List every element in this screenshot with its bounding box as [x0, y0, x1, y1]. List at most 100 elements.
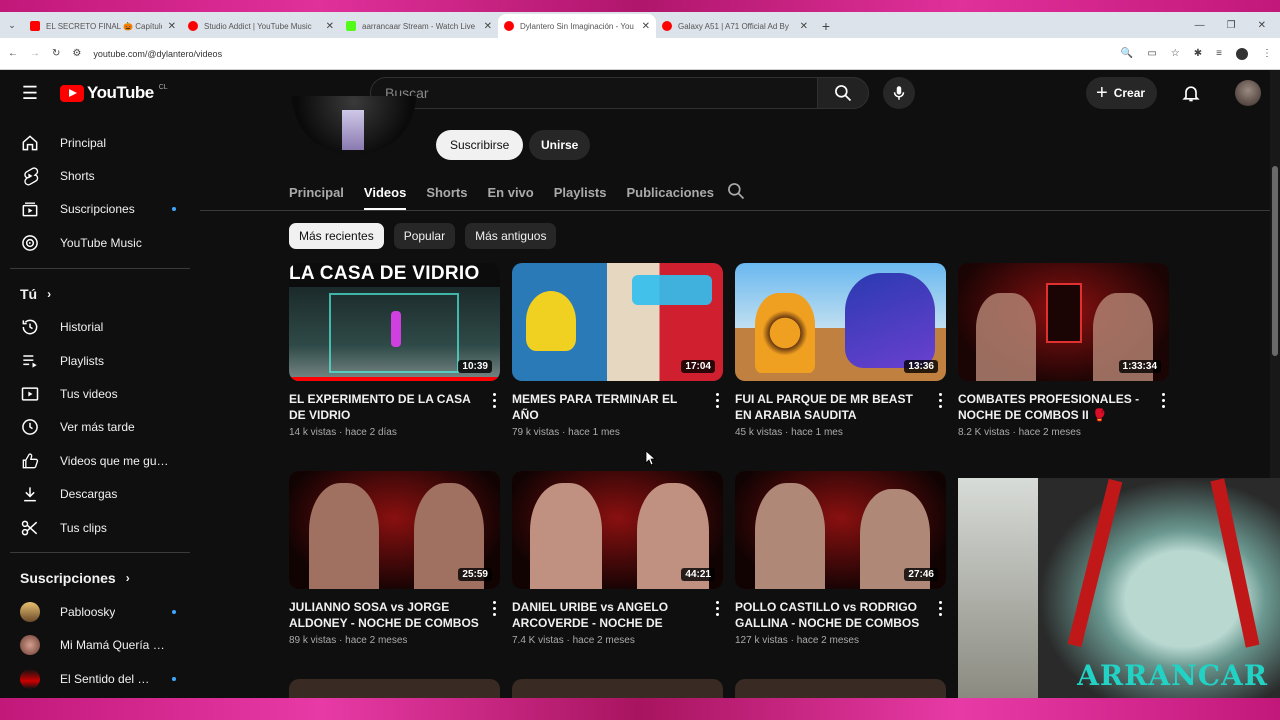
browser-tab-1[interactable]: Studio Addict | YouTube Music ✕ — [182, 14, 340, 38]
video-thumbnail[interactable]: 1:33:34 — [958, 263, 1169, 381]
browser-tab-2[interactable]: aarrancaar Stream - Watch Live ✕ — [340, 14, 498, 38]
video-card[interactable]: 44:21 DANIEL URIBE vs ANGELO ARCOVERDE -… — [512, 471, 723, 646]
channel-search-icon[interactable] — [726, 181, 746, 201]
close-tab-icon[interactable]: ✕ — [484, 21, 492, 32]
search-button[interactable] — [817, 77, 869, 109]
reload-icon[interactable]: ↻ — [52, 48, 60, 59]
video-title[interactable]: COMBATES PROFESIONALES - NOCHE DE COMBOS… — [958, 391, 1148, 423]
sidebar-item-shorts[interactable]: Shorts — [0, 159, 200, 192]
sidebar-item-descargas[interactable]: Descargas — [0, 478, 200, 511]
browser-tab-3-active[interactable]: Dylantero Sin Imaginación - You ✕ — [498, 14, 656, 38]
sidebar-item-playlists[interactable]: Playlists — [0, 344, 200, 377]
sidebar-item-historial[interactable]: Historial — [0, 311, 200, 344]
subscribe-button[interactable]: Suscribirse — [436, 130, 524, 160]
video-duration: 27:46 — [904, 568, 938, 581]
notifications-button[interactable] — [1177, 77, 1205, 109]
tab-videos[interactable]: Videos — [363, 176, 407, 210]
browser-tab-4[interactable]: Galaxy A51 | A71 Official Ad By ✕ — [656, 14, 814, 38]
video-thumbnail-partial[interactable] — [512, 679, 723, 698]
video-thumbnail-partial[interactable] — [289, 679, 500, 698]
site-info-icon[interactable]: ⚙ — [72, 48, 81, 59]
tab-principal[interactable]: Principal — [289, 176, 344, 208]
video-thumbnail-partial[interactable] — [735, 679, 946, 698]
media-icon[interactable]: ≡ — [1216, 48, 1222, 59]
restore-icon[interactable]: ❐ — [1227, 20, 1236, 31]
video-title[interactable]: JULIANNO SOSA vs JORGE ALDONEY - NOCHE D… — [289, 599, 479, 631]
tab-en-vivo[interactable]: En vivo — [487, 176, 533, 208]
url-field[interactable]: youtube.com/@dylantero/videos — [93, 49, 1109, 59]
sidebar-you-heading[interactable]: Tú › — [0, 277, 200, 311]
chip-mas-antiguos[interactable]: Más antiguos — [465, 223, 557, 249]
more-options-icon[interactable] — [713, 391, 721, 409]
video-title[interactable]: DANIEL URIBE vs ANGELO ARCOVERDE - NOCHE… — [512, 599, 702, 631]
close-tab-icon[interactable]: ✕ — [800, 21, 808, 32]
sidebar-item-ver-mas-tarde[interactable]: Ver más tarde — [0, 411, 200, 444]
zoom-icon[interactable]: 🔍 — [1121, 48, 1133, 59]
video-title[interactable]: FUI AL PARQUE DE MR BEAST EN ARABIA SAUD… — [735, 391, 925, 423]
video-card[interactable]: 17:04 MEMES PARA TERMINAR EL AÑO 79 k vi… — [512, 263, 723, 438]
more-options-icon[interactable] — [490, 391, 498, 409]
more-options-icon[interactable] — [713, 599, 721, 617]
close-tab-icon[interactable]: ✕ — [642, 21, 650, 32]
youtube-logo[interactable]: YouTube CL — [60, 83, 168, 103]
chip-popular[interactable]: Popular — [393, 223, 456, 249]
sidebar-subscriptions-heading[interactable]: Suscripciones › — [0, 561, 200, 595]
video-thumbnail[interactable]: 25:59 — [289, 471, 500, 589]
account-avatar[interactable] — [1235, 80, 1262, 106]
more-options-icon[interactable] — [490, 599, 498, 617]
minimize-icon[interactable]: — — [1195, 20, 1205, 31]
new-tab-button[interactable]: + — [814, 14, 838, 38]
video-card[interactable]: LA CASA DE VIDRIO 10:39 EL EXPERIMENTO D… — [289, 263, 500, 438]
video-title[interactable]: POLLO CASTILLO vs RODRIGO GALLINA - NOCH… — [735, 599, 925, 631]
sidebar-item-suscripciones[interactable]: Suscripciones — [0, 193, 200, 226]
tab-playlists[interactable]: Playlists — [554, 176, 607, 208]
sidebar-channel-sentido-humor[interactable]: El Sentido del Hu... — [0, 662, 200, 695]
bell-icon — [1182, 86, 1200, 102]
tab-title: aarrancaar Stream - Watch Live — [362, 21, 476, 31]
sidebar-channel-mi-mama[interactable]: Mi Mamá Quería Q... — [0, 629, 200, 662]
menu-dots-icon[interactable]: ⋮ — [1262, 48, 1272, 59]
browser-tab-0[interactable]: EL SECRETO FINAL 🎃 Capítulo ✕ — [24, 14, 182, 38]
video-card[interactable]: 1:33:34 COMBATES PROFESIONALES - NOCHE D… — [958, 263, 1169, 438]
more-options-icon[interactable] — [936, 599, 944, 617]
sidebar-item-tus-clips[interactable]: Tus clips — [0, 511, 200, 544]
cast-icon[interactable]: ▭ — [1147, 48, 1156, 59]
close-window-icon[interactable]: ✕ — [1258, 20, 1266, 31]
back-icon[interactable]: ← — [8, 48, 18, 59]
video-card[interactable]: 27:46 POLLO CASTILLO vs RODRIGO GALLINA … — [735, 471, 946, 646]
close-tab-icon[interactable]: ✕ — [326, 21, 334, 32]
sidebar-channel-pabloosky[interactable]: Pabloosky — [0, 595, 200, 628]
hamburger-menu-icon[interactable]: ☰ — [0, 83, 60, 104]
create-button[interactable]: + Crear — [1086, 77, 1158, 109]
chip-mas-recientes[interactable]: Más recientes — [289, 223, 384, 249]
profile-icon[interactable] — [1236, 47, 1248, 60]
video-thumbnail[interactable]: 44:21 — [512, 471, 723, 589]
video-thumbnail[interactable]: 13:36 — [735, 263, 946, 381]
tab-search-dropdown[interactable]: ⌄ — [0, 12, 24, 38]
tab-shorts[interactable]: Shorts — [426, 176, 467, 208]
more-options-icon[interactable] — [1159, 391, 1167, 409]
extensions-icon[interactable]: ✱ — [1194, 48, 1202, 59]
voice-search-button[interactable] — [883, 77, 915, 109]
video-thumbnail[interactable]: 17:04 — [512, 263, 723, 381]
video-title[interactable]: MEMES PARA TERMINAR EL AÑO — [512, 391, 702, 423]
more-options-icon[interactable] — [936, 391, 944, 409]
sidebar-item-tus-videos[interactable]: Tus videos — [0, 377, 200, 410]
join-button[interactable]: Unirse — [529, 130, 591, 160]
video-title[interactable]: EL EXPERIMENTO DE LA CASA DE VIDRIO — [289, 391, 479, 423]
sidebar-item-liked-videos[interactable]: Videos que me gus... — [0, 444, 200, 477]
bookmark-star-icon[interactable]: ☆ — [1171, 48, 1180, 59]
forward-icon[interactable]: → — [30, 48, 40, 59]
tab-publicaciones[interactable]: Publicaciones — [627, 176, 714, 208]
video-card[interactable]: 13:36 FUI AL PARQUE DE MR BEAST EN ARABI… — [735, 263, 946, 438]
close-tab-icon[interactable]: ✕ — [168, 21, 176, 32]
browser-tab-bar: ⌄ EL SECRETO FINAL 🎃 Capítulo ✕ Studio A… — [0, 12, 1280, 38]
video-thumbnail[interactable]: 27:46 — [735, 471, 946, 589]
video-thumbnail[interactable]: LA CASA DE VIDRIO 10:39 — [289, 263, 500, 381]
video-card[interactable]: 25:59 JULIANNO SOSA vs JORGE ALDONEY - N… — [289, 471, 500, 646]
sidebar-item-principal[interactable]: Principal — [0, 126, 200, 159]
sidebar-item-youtube-music[interactable]: YouTube Music — [0, 226, 200, 259]
search-input[interactable] — [370, 77, 817, 109]
channel-avatar-large[interactable] — [292, 96, 416, 154]
scrollbar-thumb[interactable] — [1272, 166, 1278, 356]
